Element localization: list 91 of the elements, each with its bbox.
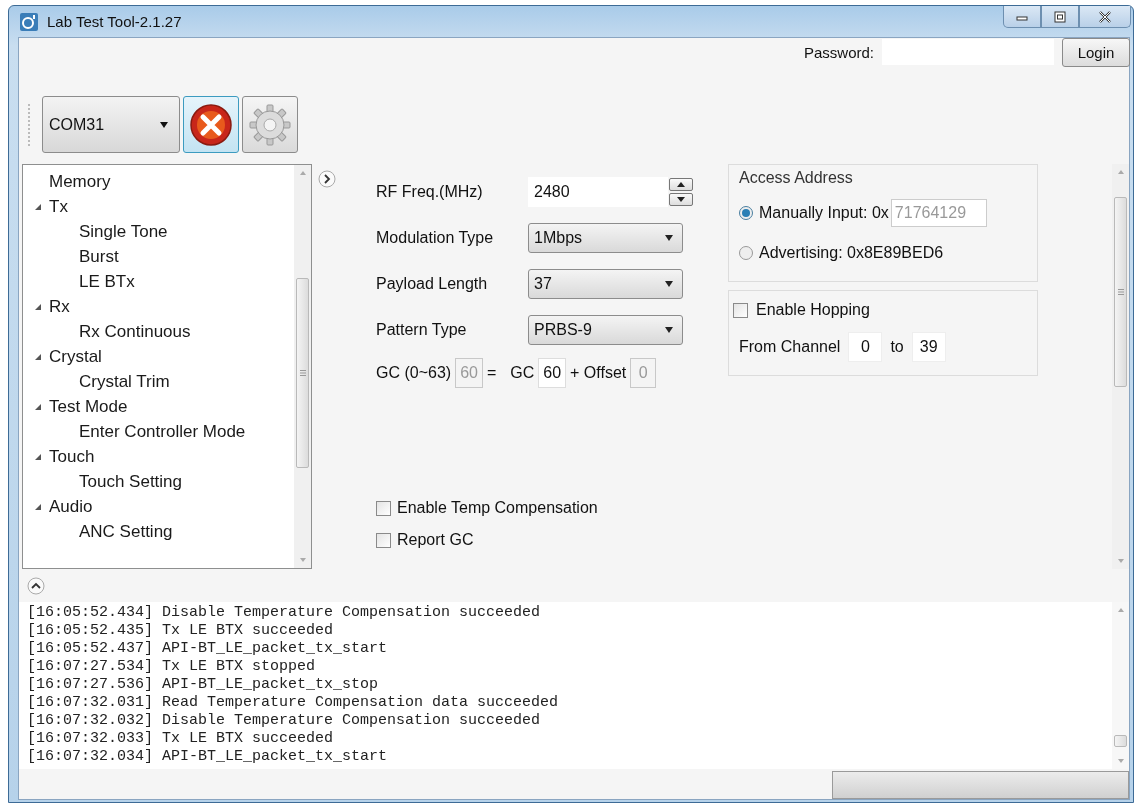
field-label: Pattern Type	[376, 321, 468, 339]
scrollbar-thumb[interactable]	[1114, 735, 1127, 747]
dropdown-value: PRBS-9	[534, 321, 592, 339]
tree-item[interactable]: Audio	[49, 495, 93, 518]
gear-icon	[248, 102, 292, 147]
radio-label[interactable]: Advertising: 0x8E89BED6	[759, 244, 944, 262]
to-label: to	[890, 338, 904, 356]
frequency-input[interactable]: 2480	[528, 177, 668, 207]
close-button[interactable]	[1079, 6, 1131, 28]
checkbox-label[interactable]: Enable Hopping	[756, 301, 870, 319]
caret-icon	[664, 281, 674, 287]
tree-item[interactable]: LE BTx	[79, 270, 135, 293]
caret-icon	[664, 235, 674, 241]
log-line: [16:07:32.033] Tx LE BTX succeeded	[27, 730, 335, 748]
password-label: Password:	[803, 43, 874, 61]
tree-item[interactable]: Burst	[79, 245, 119, 268]
toolbar-grip-icon	[27, 102, 31, 147]
dropdown[interactable]: PRBS-9	[528, 315, 683, 345]
log-line: [16:05:52.434] Disable Temperature Compensation succeeded	[27, 604, 542, 622]
gc-total-field: 60	[455, 358, 483, 388]
tree-item[interactable]: Memory	[49, 170, 111, 193]
tree-item[interactable]: Test Mode	[49, 395, 128, 418]
scrollbar-thumb[interactable]	[1114, 197, 1127, 387]
disconnect-button[interactable]	[183, 96, 239, 153]
grip-icon	[298, 369, 307, 377]
scrollbar[interactable]	[294, 165, 311, 568]
radio-button[interactable]	[739, 246, 753, 260]
log-line: [16:07:32.034] API-BT_LE_packet_tx_start	[27, 748, 389, 766]
log-line: [16:07:27.536] API-BT_LE_packet_tx_stop	[27, 676, 380, 694]
gc-label: GC	[510, 364, 535, 382]
maximize-button[interactable]	[1041, 6, 1079, 28]
tree-item[interactable]: ANC Setting	[79, 520, 173, 543]
close-icon	[1097, 10, 1113, 23]
grip-icon	[1116, 288, 1125, 296]
tree-item[interactable]: Rx Continuous	[79, 320, 191, 343]
port-value: COM31	[49, 115, 105, 134]
field-label: Modulation Type	[376, 229, 495, 247]
password-field[interactable]	[882, 39, 1054, 65]
checkbox-label[interactable]: Enable Temp Compensation	[397, 499, 598, 517]
log-line: [16:07:32.032] Disable Temperature Compensation succeeded	[27, 712, 542, 730]
tree-item[interactable]: Touch Setting	[79, 470, 182, 493]
radio-button[interactable]	[739, 206, 753, 220]
checkbox[interactable]	[376, 532, 391, 548]
equals-sign: =	[486, 364, 497, 382]
maximize-icon	[1052, 10, 1068, 23]
channel-field[interactable]: 0	[848, 332, 883, 362]
collapse-chevron-icon[interactable]	[27, 576, 45, 595]
log-line: [16:07:32.031] Read Temperature Compensation data succeeded	[27, 694, 560, 712]
channel-field[interactable]: 39	[911, 332, 946, 362]
tree-item[interactable]: Single Tone	[79, 220, 168, 243]
dropdown-value: 1Mbps	[534, 229, 583, 247]
caret-icon	[159, 121, 169, 128]
app-logo-icon	[19, 11, 39, 32]
port-dropdown[interactable]: COM31	[42, 96, 180, 153]
scrollbar[interactable]	[1112, 164, 1129, 569]
caret-icon	[664, 327, 674, 333]
up-arrow-icon	[677, 182, 685, 187]
cross-circle-icon	[189, 102, 233, 147]
checkbox-label[interactable]: Report GC	[397, 531, 474, 549]
log-line: [16:07:27.534] Tx LE BTX stopped	[27, 658, 317, 676]
gc-range-label: GC (0~63)	[376, 364, 452, 382]
spin-up-button[interactable]	[669, 178, 693, 191]
tree-item[interactable]: Crystal	[49, 345, 102, 368]
tree-item[interactable]: Rx	[49, 295, 70, 318]
scrollbar[interactable]	[1112, 602, 1129, 769]
field-label: Payload Length	[376, 275, 489, 293]
radio-label[interactable]: Manually Input: 0x	[759, 204, 889, 222]
tree-item[interactable]: Crystal Trim	[79, 370, 170, 393]
spin-down-button[interactable]	[669, 193, 693, 206]
group-title: Access Address	[739, 169, 854, 187]
tree-item[interactable]: Tx	[49, 195, 68, 218]
dropdown-value: 37	[534, 275, 552, 293]
gc-field[interactable]: 60	[538, 358, 567, 388]
tree-item[interactable]: Enter Controller Mode	[79, 420, 246, 443]
offset-label: + Offset	[570, 364, 627, 382]
from-channel-label: From Channel	[739, 338, 841, 356]
window-title: Lab Test Tool-2.1.27	[47, 13, 182, 30]
offset-field: 0	[630, 358, 657, 388]
down-arrow-icon	[677, 197, 685, 202]
dropdown[interactable]: 1Mbps	[528, 223, 683, 253]
expand-chevron-icon[interactable]	[318, 170, 336, 188]
checkbox[interactable]	[376, 500, 391, 516]
dropdown[interactable]: 37	[528, 269, 683, 299]
tree-item[interactable]: Touch	[49, 445, 95, 468]
login-button[interactable]: Login	[1062, 37, 1130, 67]
minimize-button[interactable]	[1003, 6, 1041, 28]
checkbox[interactable]	[733, 302, 748, 318]
field-label: RF Freq.(MHz)	[376, 183, 484, 201]
scrollbar-thumb[interactable]	[296, 278, 309, 468]
log-line: [16:05:52.437] API-BT_LE_packet_tx_start	[27, 640, 389, 658]
log-line: [16:05:52.435] Tx LE BTX succeeded	[27, 622, 335, 640]
